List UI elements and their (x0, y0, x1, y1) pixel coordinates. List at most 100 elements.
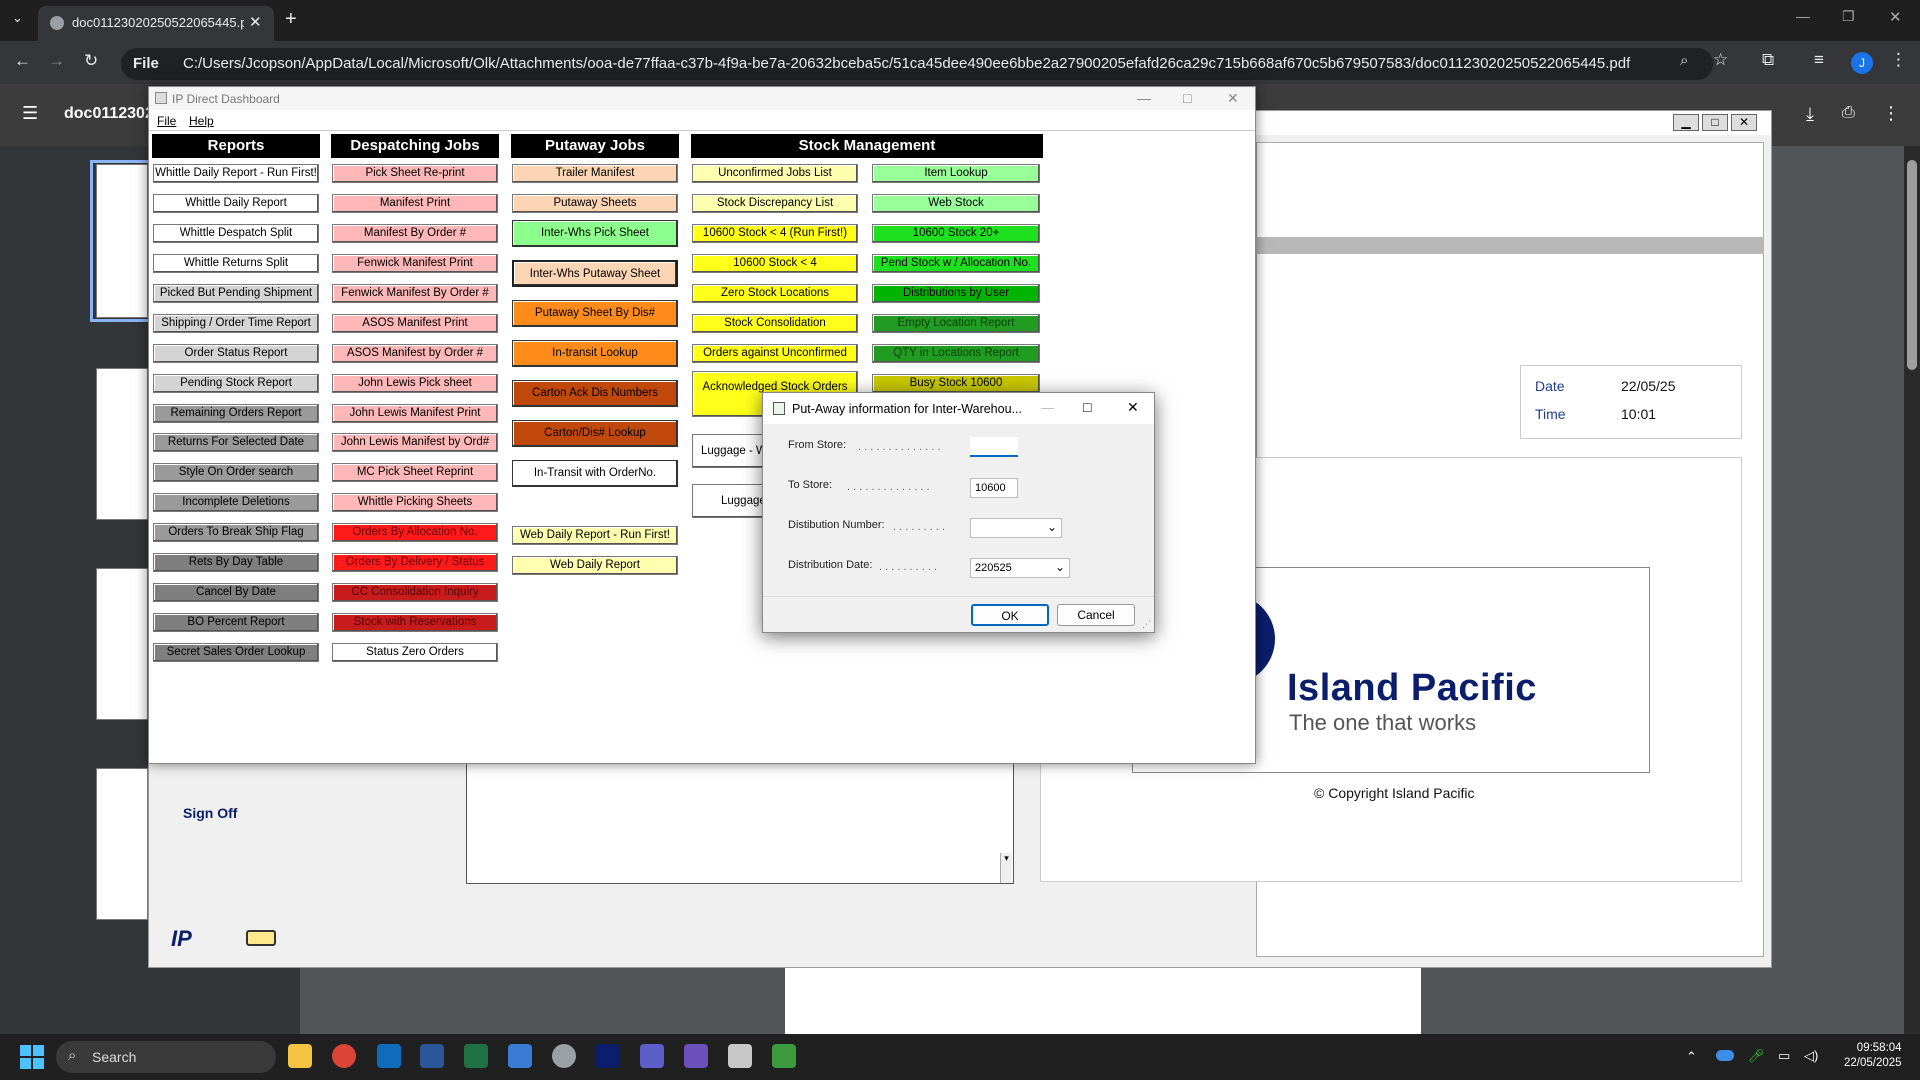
putaway-button[interactable]: Web Daily Report (512, 556, 678, 575)
new-tab-button[interactable]: + (285, 8, 297, 31)
stock-button[interactable]: Busy Stock 10600 (872, 374, 1040, 393)
stock-button[interactable]: Empty Location Report (872, 314, 1040, 333)
cancel-button[interactable]: Cancel (1057, 604, 1135, 626)
sign-off-link[interactable]: Sign Off (183, 805, 237, 821)
putaway-button[interactable]: Carton/Dis# Lookup (512, 420, 678, 447)
stock-button[interactable]: 10600 Stock < 4 (692, 254, 858, 273)
taskbar-search[interactable]: ⌕ Search (56, 1041, 276, 1073)
word-icon[interactable] (420, 1044, 444, 1068)
profile-avatar[interactable]: J (1851, 52, 1873, 74)
restore-window-icon[interactable]: ❐ (1842, 8, 1855, 25)
putaway-button[interactable]: In-Transit with OrderNo. (512, 460, 678, 487)
settings-gear-icon[interactable] (552, 1044, 576, 1068)
despatch-button[interactable]: John Lewis Pick sheet (332, 374, 498, 393)
despatch-button[interactable]: CC Consolidation Inquiry (332, 583, 498, 602)
microphone-icon[interactable]: 🎤︎ (1748, 1048, 1765, 1064)
browser-menu-icon[interactable]: ⋮ (1890, 50, 1907, 70)
close-tab-icon[interactable]: ✕ (249, 13, 262, 31)
site-info-label[interactable]: File (133, 55, 159, 72)
putaway-button[interactable]: Carton Ack Dis Numbers (512, 380, 678, 407)
stock-button[interactable]: Orders against Unconfirmed (692, 344, 858, 363)
stock-button[interactable]: QTY in Locations Report (872, 344, 1040, 363)
outlook-icon[interactable] (377, 1044, 401, 1068)
ip-app-icon[interactable] (596, 1044, 620, 1068)
report-button[interactable]: Incomplete Deletions (153, 493, 319, 512)
file-explorer-icon[interactable] (288, 1044, 312, 1068)
report-button[interactable]: Returns For Selected Date (153, 433, 319, 452)
page-thumbnail[interactable] (96, 368, 148, 520)
stock-button[interactable]: 10600 Stock < 4 (Run First!) (692, 224, 858, 243)
report-button[interactable]: Pending Stock Report (153, 374, 319, 393)
chrome-icon[interactable] (332, 1044, 356, 1068)
putaway-button[interactable]: Putaway Sheet By Dis# (512, 300, 678, 327)
print-icon[interactable]: ⎙ (1842, 104, 1855, 122)
despatch-button[interactable]: Orders By Allocation No. (332, 523, 498, 542)
dashboard-close-icon[interactable]: ✕ (1227, 90, 1239, 107)
despatch-button[interactable]: John Lewis Manifest by Ord# (332, 433, 498, 452)
ok-button[interactable]: OK (971, 604, 1049, 626)
dashboard-maximize-icon[interactable]: □ (1183, 90, 1191, 106)
bookmark-star-icon[interactable]: ☆ (1713, 50, 1728, 70)
ip-main-close[interactable]: ✕ (1731, 114, 1757, 131)
report-button[interactable]: Remaining Orders Report (153, 404, 319, 423)
pdf-more-icon[interactable]: ⋮ (1882, 103, 1900, 124)
report-button[interactable]: Style On Order search (153, 463, 319, 482)
to-store-input[interactable] (970, 478, 1018, 498)
ip-main-minimize[interactable]: ▁ (1673, 114, 1699, 131)
reload-icon[interactable]: ↻ (84, 51, 98, 71)
stock-button[interactable]: 10600 Stock 20+ (872, 224, 1040, 243)
notepad-icon[interactable] (508, 1044, 532, 1068)
chevron-up-icon[interactable]: ⌃ (1686, 1049, 1697, 1065)
zoom-icon[interactable]: ⌕ (1680, 52, 1688, 69)
stock-button[interactable]: Unconfirmed Jobs List (692, 164, 858, 183)
putaway-button[interactable]: Putaway Sheets (512, 194, 678, 213)
address-bar[interactable]: File C:/Users/Jcopson/AppData/Local/Micr… (121, 48, 1713, 80)
despatch-button[interactable]: Stock with Reservations (332, 613, 498, 632)
excel-icon[interactable] (464, 1044, 488, 1068)
extensions-icon[interactable]: ⧉ (1762, 50, 1774, 70)
ip-main-maximize[interactable]: □ (1702, 114, 1728, 131)
distribution-date-picker[interactable]: 220525 ⌄ (970, 558, 1070, 578)
stock-button[interactable]: Stock Discrepancy List (692, 194, 858, 213)
despatch-button[interactable]: Fenwick Manifest By Order # (332, 284, 498, 303)
despatch-button[interactable]: Whittle Picking Sheets (332, 493, 498, 512)
despatch-button[interactable]: Orders By Delivery / Status (332, 553, 498, 572)
report-button[interactable]: Order Status Report (153, 344, 319, 363)
from-store-input[interactable] (970, 437, 1018, 457)
stock-button[interactable]: Item Lookup (872, 164, 1040, 183)
stock-button[interactable]: Pend Stock w / Allocation No. (872, 254, 1040, 273)
pdf-scroll-thumb[interactable] (1907, 160, 1917, 370)
taskbar-clock[interactable]: 09:58:04 22/05/2025 (1844, 1041, 1902, 1071)
despatch-button[interactable]: Fenwick Manifest Print (332, 254, 498, 273)
app-icon[interactable] (684, 1044, 708, 1068)
minimize-window-icon[interactable]: — (1796, 8, 1810, 24)
pointing-hand-icon[interactable] (246, 930, 276, 946)
despatch-button[interactable]: ASOS Manifest by Order # (332, 344, 498, 363)
putaway-button[interactable]: Web Daily Report - Run First! (512, 526, 678, 545)
despatch-button[interactable]: Manifest By Order # (332, 224, 498, 243)
report-button[interactable]: Whittle Daily Report (153, 194, 319, 213)
putaway-button[interactable]: Trailer Manifest (512, 164, 678, 183)
volume-icon[interactable]: ◁) (1804, 1048, 1818, 1064)
windows-start-icon[interactable] (20, 1045, 44, 1069)
close-window-icon[interactable]: ✕ (1889, 8, 1902, 26)
app-icon[interactable] (728, 1044, 752, 1068)
menu-file[interactable]: File (157, 114, 176, 128)
report-button[interactable]: Secret Sales Order Lookup (153, 643, 319, 662)
report-button[interactable]: Whittle Despatch Split (153, 224, 319, 243)
memo-scroll-arrow-icon[interactable]: ▾ (1000, 853, 1012, 883)
stock-button[interactable]: Stock Consolidation (692, 314, 858, 333)
page-thumbnail[interactable] (96, 568, 148, 720)
report-button[interactable]: Rets By Day Table (153, 553, 319, 572)
stock-button[interactable]: Web Stock (872, 194, 1040, 213)
despatch-button[interactable]: Status Zero Orders (332, 643, 498, 662)
page-thumbnail[interactable] (96, 768, 148, 920)
putaway-button[interactable]: Inter-Whs Pick Sheet (512, 220, 678, 247)
despatch-button[interactable]: ASOS Manifest Print (332, 314, 498, 333)
back-icon[interactable]: ← (14, 51, 31, 71)
dialog-maximize-icon[interactable]: □ (1083, 399, 1091, 415)
distribution-number-select[interactable]: ⌄ (970, 518, 1062, 538)
page-thumbnail[interactable] (96, 164, 148, 318)
putaway-button[interactable]: In-transit Lookup (512, 340, 678, 367)
putaway-button-focused[interactable]: Inter-Whs Putaway Sheet (512, 260, 678, 287)
